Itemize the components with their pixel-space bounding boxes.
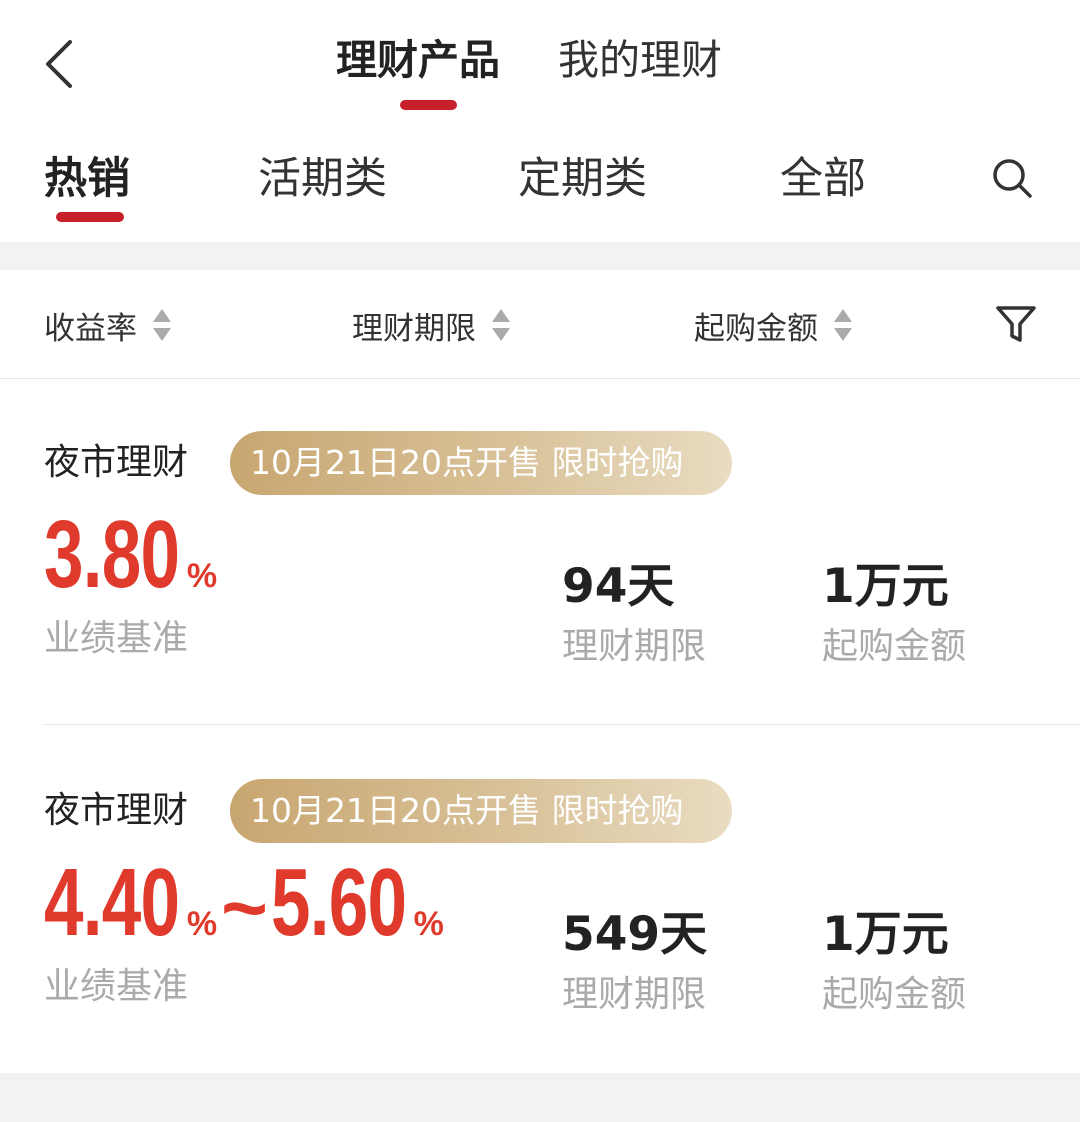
sort-arrows-icon — [492, 309, 510, 341]
term-value: 94天 — [562, 559, 675, 614]
sort-arrows-icon — [834, 309, 852, 341]
sort-by-min-amount[interactable]: 起购金额 — [694, 300, 854, 350]
min-amount-value: 1万元 — [822, 907, 949, 962]
product-card[interactable]: 夜市理财 10月21日20点开售 限时抢购 4.40 % ~ 5.60 % 业绩… — [0, 727, 1080, 1073]
tab-financial-products[interactable]: 理财产品 — [336, 30, 500, 90]
rate-low-value: 4.40 — [44, 849, 180, 956]
top-bar: 理财产品 我的理财 — [0, 0, 1080, 120]
term-label: 理财期限 — [562, 626, 707, 667]
sort-bar: 收益率 理财期限 起购金额 — [0, 270, 1080, 379]
percent-sign: % — [186, 557, 218, 595]
product-name: 夜市理财 — [44, 790, 189, 831]
active-tab-indicator — [400, 100, 457, 110]
product-card[interactable]: 夜市理财 10月21日20点开售 限时抢购 3.80 % 业绩基准 94天 理财… — [0, 379, 1080, 725]
sort-by-term[interactable]: 理财期限 — [352, 300, 512, 350]
term-value: 549天 — [562, 907, 708, 962]
term-label: 理财期限 — [562, 974, 707, 1015]
tab-fixed-term[interactable]: 定期类 — [518, 148, 647, 210]
category-tabs: 热销 活期类 定期类 全部 — [0, 120, 1080, 242]
search-icon[interactable] — [990, 156, 1034, 200]
rate-value: 3.80 — [44, 501, 180, 608]
percent-sign: % — [186, 905, 218, 943]
active-category-indicator — [56, 212, 124, 222]
percent-sign: % — [413, 905, 444, 943]
sort-by-yield[interactable]: 收益率 — [44, 300, 173, 350]
yield-rate: 3.80 % — [44, 505, 217, 605]
bottom-spacer — [0, 1073, 1080, 1122]
rate-label: 业绩基准 — [44, 618, 189, 659]
sale-badge: 10月21日20点开售 限时抢购 — [230, 431, 732, 495]
yield-rate-range: 4.40 % ~ 5.60 % — [44, 853, 444, 953]
rate-label: 业绩基准 — [44, 966, 189, 1007]
min-amount-label: 起购金额 — [822, 974, 967, 1015]
tab-hot-sale[interactable]: 热销 — [44, 148, 130, 210]
chevron-left-icon[interactable] — [40, 38, 80, 90]
range-separator: ~ — [221, 863, 268, 952]
divider — [44, 724, 1080, 725]
filter-icon[interactable] — [994, 302, 1038, 346]
min-amount-label: 起购金额 — [822, 626, 967, 667]
min-amount-value: 1万元 — [822, 559, 949, 614]
tab-all[interactable]: 全部 — [780, 148, 866, 210]
product-name: 夜市理财 — [44, 442, 189, 483]
rate-high-value: 5.60 — [270, 849, 407, 956]
tab-my-finance[interactable]: 我的理财 — [558, 30, 722, 90]
sort-label: 理财期限 — [352, 310, 476, 347]
product-list: 夜市理财 10月21日20点开售 限时抢购 3.80 % 业绩基准 94天 理财… — [0, 379, 1080, 1073]
sort-arrows-icon — [153, 309, 171, 341]
tab-demand[interactable]: 活期类 — [258, 148, 387, 210]
sort-label: 起购金额 — [694, 310, 818, 347]
sort-label: 收益率 — [44, 310, 137, 347]
sale-badge: 10月21日20点开售 限时抢购 — [230, 779, 732, 843]
